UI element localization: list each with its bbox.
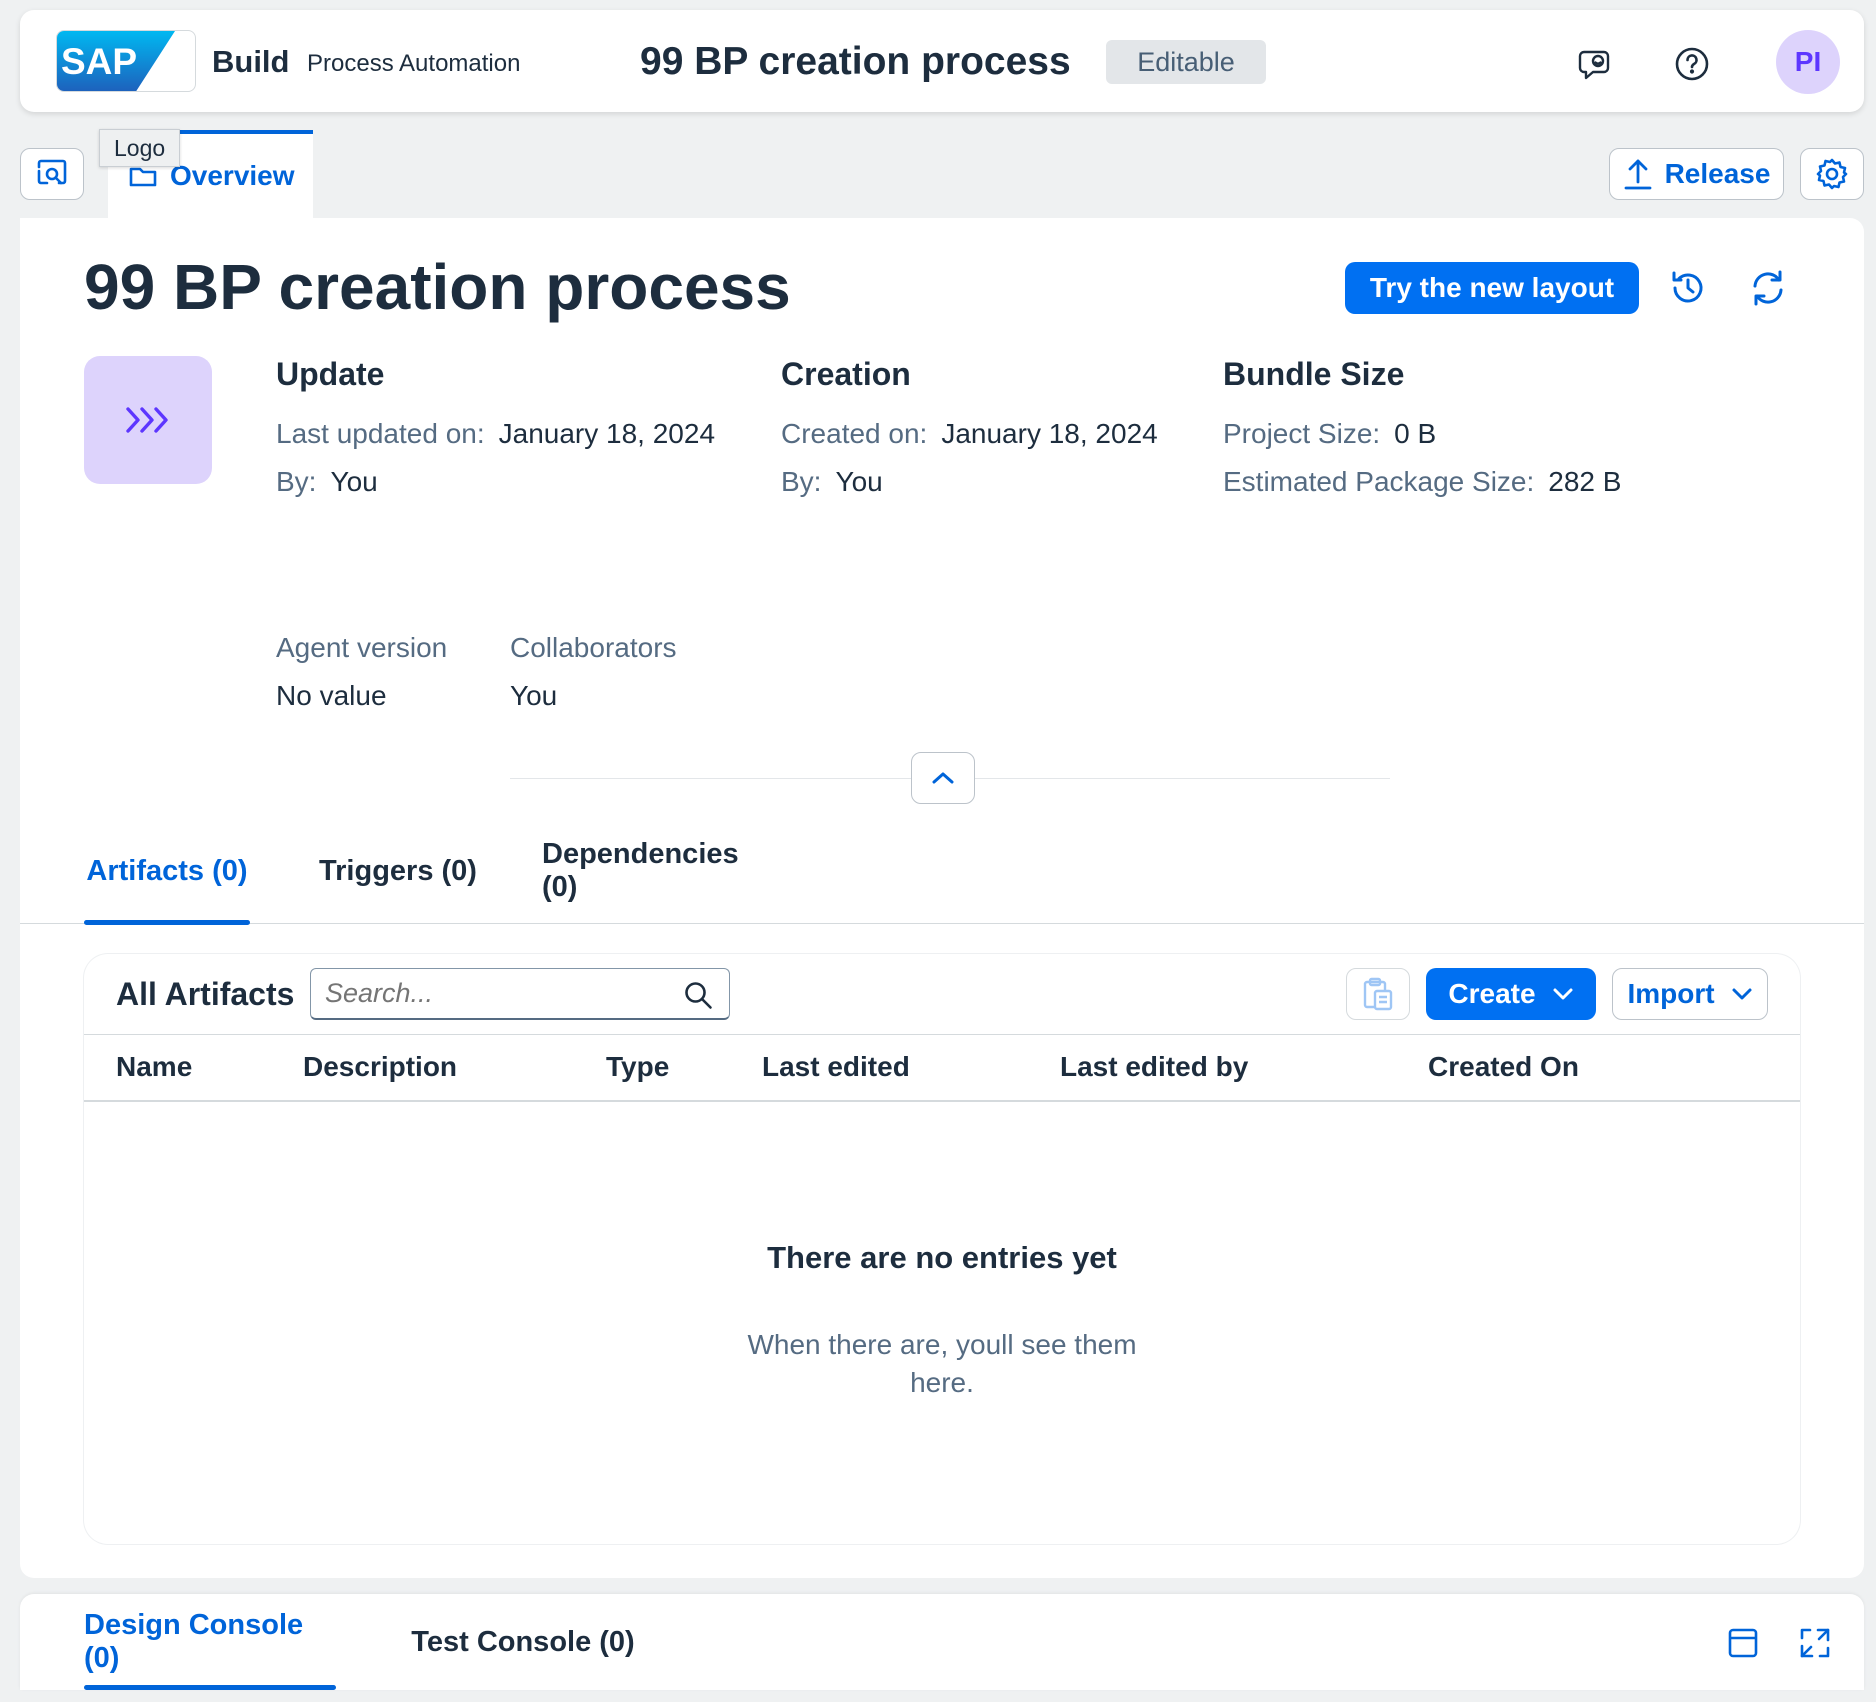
import-button[interactable]: Import bbox=[1612, 968, 1768, 1020]
release-button[interactable]: Release bbox=[1609, 148, 1784, 200]
column-name[interactable]: Name bbox=[116, 1051, 192, 1083]
search-explore-icon bbox=[35, 157, 69, 191]
column-last-edited-by[interactable]: Last edited by bbox=[1060, 1051, 1248, 1083]
agent-version-label: Agent version bbox=[276, 632, 448, 663]
creation-heading: Creation bbox=[781, 356, 911, 392]
project-size-label: Project Size: bbox=[1223, 418, 1381, 449]
paste-button[interactable] bbox=[1346, 968, 1410, 1020]
status-badge: Editable bbox=[1106, 40, 1266, 84]
artifacts-panel: All Artifacts Create bbox=[84, 954, 1800, 1544]
tab-overview-label: Overview bbox=[170, 160, 295, 191]
column-description[interactable]: Description bbox=[303, 1051, 457, 1083]
history-icon[interactable] bbox=[1668, 268, 1708, 308]
created-on-label: Created on: bbox=[781, 418, 928, 449]
brand-name: Build bbox=[212, 44, 290, 79]
settings-button[interactable] bbox=[1800, 148, 1864, 200]
agent-version-value: No value bbox=[276, 680, 387, 711]
search-input[interactable] bbox=[311, 969, 671, 1018]
column-type[interactable]: Type bbox=[606, 1051, 669, 1083]
artifacts-title: All Artifacts bbox=[116, 976, 295, 1012]
logo-tooltip: Logo bbox=[99, 129, 181, 167]
upload-icon bbox=[1623, 157, 1653, 191]
updated-by-row: By: You bbox=[276, 466, 378, 498]
page-title: 99 BP creation process bbox=[84, 251, 791, 323]
search-explore-button[interactable] bbox=[20, 148, 84, 200]
release-label: Release bbox=[1664, 158, 1771, 189]
tab-dependencies[interactable]: Dependencies (0) bbox=[542, 818, 778, 924]
update-heading: Update bbox=[276, 356, 385, 392]
collapse-header-button[interactable] bbox=[911, 752, 975, 804]
sap-logo[interactable]: SAP bbox=[56, 30, 196, 92]
paste-icon bbox=[1362, 977, 1394, 1011]
create-label: Create bbox=[1448, 978, 1536, 1009]
last-updated-row: Last updated on: January 18, 2024 bbox=[276, 418, 715, 450]
tab-triggers[interactable]: Triggers (0) bbox=[310, 818, 486, 924]
last-updated-value: January 18, 2024 bbox=[498, 418, 716, 449]
feedback-icon[interactable] bbox=[1578, 46, 1614, 82]
created-by-label: By: bbox=[781, 466, 822, 497]
created-by-row: By: You bbox=[781, 466, 883, 498]
project-size-row: Project Size: 0 B bbox=[1223, 418, 1436, 450]
package-size-value: 282 B bbox=[1548, 466, 1622, 497]
help-icon[interactable] bbox=[1674, 46, 1710, 82]
column-last-edited[interactable]: Last edited bbox=[762, 1051, 910, 1083]
created-by-value: You bbox=[835, 466, 883, 497]
bundle-size-heading: Bundle Size bbox=[1223, 356, 1405, 392]
chevron-down-icon bbox=[1552, 987, 1574, 1001]
console-bar: Design Console (0) Test Console (0) bbox=[20, 1594, 1864, 1690]
import-label: Import bbox=[1627, 978, 1715, 1009]
refresh-icon[interactable] bbox=[1748, 268, 1788, 308]
empty-state-subtitle: When there are, youll see them here. bbox=[747, 1329, 1137, 1398]
search-icon[interactable] bbox=[683, 980, 713, 1010]
section-tabs: Artifacts (0) Triggers (0) Dependencies … bbox=[20, 818, 1864, 925]
svg-text:SAP: SAP bbox=[61, 41, 137, 82]
chevron-down-icon bbox=[1731, 987, 1753, 1001]
panel-icon[interactable] bbox=[1726, 1626, 1760, 1660]
shell-bar: SAP Build Process Automation 99 BP creat… bbox=[20, 10, 1864, 112]
empty-state-title: There are no entries yet bbox=[767, 1240, 1117, 1275]
project-size-value: 0 B bbox=[1394, 418, 1437, 449]
product-name: Process Automation bbox=[307, 50, 521, 77]
artifact-search-field[interactable] bbox=[310, 968, 730, 1020]
tab-design-console[interactable]: Design Console (0) bbox=[84, 1594, 336, 1690]
created-on-value: January 18, 2024 bbox=[941, 418, 1158, 449]
expand-icon[interactable] bbox=[1798, 1626, 1832, 1660]
updated-by-value: You bbox=[330, 466, 378, 497]
settings-gear-icon bbox=[1815, 157, 1849, 191]
shell-project-title: 99 BP creation process bbox=[640, 40, 1071, 83]
collaborators-label: Collaborators bbox=[510, 632, 677, 663]
tab-artifacts[interactable]: Artifacts (0) bbox=[84, 818, 250, 925]
collaborators-value: You bbox=[510, 680, 558, 711]
tab-test-console[interactable]: Test Console (0) bbox=[410, 1594, 636, 1690]
last-updated-label: Last updated on: bbox=[276, 418, 485, 449]
updated-by-label: By: bbox=[276, 466, 317, 497]
try-new-layout-button[interactable]: Try the new layout bbox=[1345, 262, 1639, 314]
table-header: Name Description Type Last edited Last e… bbox=[84, 1034, 1800, 1102]
project-overview-card: 99 BP creation process Try the new layou… bbox=[20, 218, 1864, 1578]
process-tile bbox=[84, 356, 212, 484]
chevron-up-icon bbox=[930, 770, 956, 786]
user-avatar[interactable]: PI bbox=[1776, 30, 1840, 94]
create-button[interactable]: Create bbox=[1426, 968, 1596, 1020]
package-size-label: Estimated Package Size: bbox=[1223, 466, 1535, 497]
package-size-row: Estimated Package Size: 282 B bbox=[1223, 466, 1621, 498]
created-on-row: Created on: January 18, 2024 bbox=[781, 418, 1158, 450]
process-chevrons-icon bbox=[125, 405, 171, 435]
column-created-on[interactable]: Created On bbox=[1428, 1051, 1579, 1083]
